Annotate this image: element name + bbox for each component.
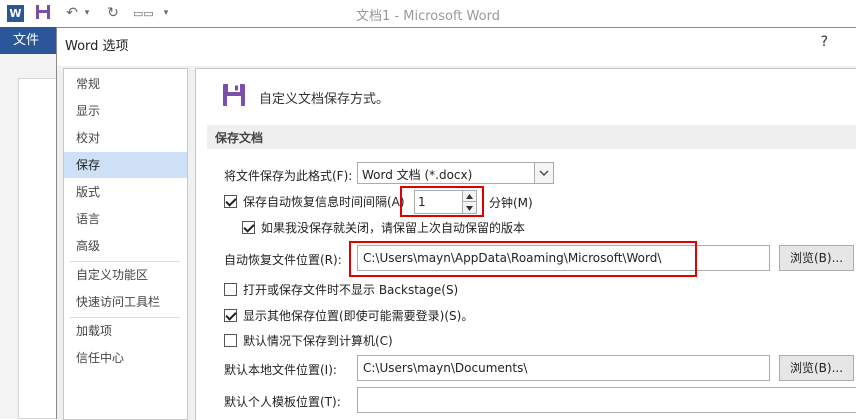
save-to-computer-label: 默认情况下保存到计算机(C) — [243, 334, 393, 348]
section-header: 保存文档 — [207, 125, 856, 149]
format-label: 将文件保存为此格式(F): — [224, 169, 353, 183]
autorecover-checkbox[interactable] — [224, 195, 237, 208]
nav-item-proofing[interactable]: 校对 — [64, 125, 187, 151]
section-title: 保存文档 — [215, 131, 264, 145]
nav-item-save[interactable]: 保存 — [64, 152, 187, 178]
help-button[interactable]: ? — [821, 34, 828, 50]
title-bar: W ↶ ▾ ↻ ▭▭ ▾ 文档1 - Microsoft Word — [0, 0, 856, 27]
options-nav: 常规 显示 校对 保存 版式 语言 高级 自定义功能区 快速访问工具栏 加载项 … — [63, 68, 188, 420]
autorecover-label: 保存自动恢复信息时间间隔(A) — [243, 195, 405, 209]
save-to-computer-checkbox[interactable] — [224, 334, 237, 347]
file-tab[interactable]: 文件 — [0, 27, 52, 54]
local-path-label: 默认本地文件位置(I): — [224, 363, 337, 377]
autorecover-path-label: 自动恢复文件位置(R): — [224, 253, 342, 267]
nav-item-quick-access-toolbar[interactable]: 快速访问工具栏 — [64, 289, 187, 315]
autorecover-unit-label: 分钟(M) — [489, 196, 533, 210]
document-page — [18, 78, 60, 419]
chevron-down-icon[interactable] — [534, 163, 553, 183]
highlight-box-interval — [400, 186, 484, 217]
pane-header: 自定义文档保存方式。 — [259, 92, 390, 107]
save-options-pane: 自定义文档保存方式。 保存文档 将文件保存为此格式(F): Word 文档 (*… — [195, 68, 856, 420]
local-path-value: C:\Users\mayn\Documents\ — [363, 361, 528, 375]
window-title: 文档1 - Microsoft Word — [356, 9, 500, 24]
save-format-select[interactable]: Word 文档 (*.docx) — [357, 162, 554, 184]
nav-item-customize-ribbon[interactable]: 自定义功能区 — [64, 262, 187, 288]
browse-local-button[interactable]: 浏览(B)... — [779, 355, 854, 381]
nav-item-general[interactable]: 常规 — [64, 71, 187, 97]
keep-last-version-checkbox[interactable] — [242, 221, 255, 234]
template-path-label: 默认个人模板位置(T): — [224, 395, 341, 409]
browse-autorecover-button[interactable]: 浏览(B)... — [779, 245, 854, 271]
nav-item-add-ins[interactable]: 加载项 — [64, 318, 187, 344]
nav-item-language[interactable]: 语言 — [64, 206, 187, 232]
nav-item-layout[interactable]: 版式 — [64, 179, 187, 205]
nav-item-display[interactable]: 显示 — [64, 98, 187, 124]
dialog-title: Word 选项 — [65, 39, 129, 54]
no-backstage-checkbox[interactable] — [224, 283, 237, 296]
no-backstage-label: 打开或保存文件时不显示 Backstage(S) — [243, 283, 459, 297]
nav-item-advanced[interactable]: 高级 — [64, 233, 187, 259]
show-other-locations-label: 显示其他保存位置(即使可能需要登录)(S)。 — [243, 309, 474, 323]
show-other-locations-checkbox[interactable] — [224, 309, 237, 322]
save-format-value: Word 文档 (*.docx) — [362, 168, 473, 182]
highlight-box-path — [349, 241, 697, 277]
local-path-input[interactable]: C:\Users\mayn\Documents\ — [357, 355, 770, 381]
word-options-dialog: Word 选项 ? 常规 显示 校对 保存 版式 语言 高级 自定义功能区 快速… — [56, 27, 856, 420]
dialog-body: 常规 显示 校对 保存 版式 语言 高级 自定义功能区 快速访问工具栏 加载项 … — [57, 66, 856, 420]
save-icon — [223, 84, 245, 106]
keep-last-version-label: 如果我没保存就关闭，请保留上次自动保留的版本 — [261, 221, 526, 235]
template-path-input[interactable] — [357, 387, 856, 413]
nav-item-trust-center[interactable]: 信任中心 — [64, 345, 187, 371]
